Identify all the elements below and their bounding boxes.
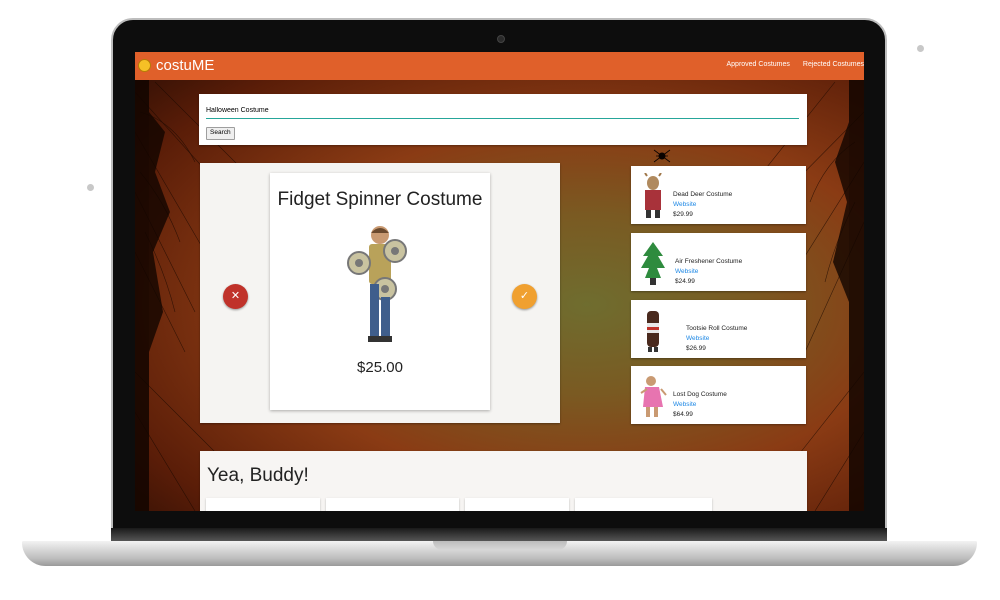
website-link[interactable]: Website bbox=[675, 267, 742, 277]
lost-dog-thumbnail bbox=[640, 376, 667, 417]
suggestion-text: Tootsie Roll Costume Website $26.99 bbox=[686, 324, 747, 354]
suggestion-card[interactable]: Air Freshener Costume Website $24.99 bbox=[631, 233, 806, 291]
dead-deer-thumbnail bbox=[644, 173, 662, 218]
search-button[interactable]: Search bbox=[206, 127, 235, 140]
website-link[interactable]: Website bbox=[673, 200, 732, 210]
suggestion-card[interactable]: Lost Dog Costume Website $64.99 bbox=[631, 366, 806, 424]
laptop-notch bbox=[433, 541, 567, 550]
nav-links: Approved Costumes Rejected Costumes bbox=[726, 61, 864, 68]
product-card: Fidget Spinner Costume $25.00 bbox=[270, 173, 490, 410]
suggestion-price: $26.99 bbox=[686, 345, 706, 352]
check-icon: ✓ bbox=[519, 290, 530, 302]
decorative-dot bbox=[87, 184, 94, 191]
app-screen: costuME Approved Costumes Rejected Costu… bbox=[135, 52, 864, 511]
approved-mini-card[interactable] bbox=[326, 498, 459, 511]
suggestion-text: Dead Deer Costume Website $29.99 bbox=[673, 190, 732, 220]
suggestion-price: $64.99 bbox=[673, 411, 693, 418]
webcam-icon bbox=[497, 35, 505, 43]
nav-approved-link[interactable]: Approved Costumes bbox=[726, 61, 789, 68]
brand-name: costuME bbox=[156, 57, 215, 74]
current-costume-card: ✕ Fidget Spinner Costume $25.00 ✓ bbox=[200, 163, 560, 423]
pumpkin-smile-icon bbox=[138, 59, 151, 72]
product-title: Fidget Spinner Costume bbox=[277, 189, 483, 210]
suggestion-text: Lost Dog Costume Website $64.99 bbox=[673, 390, 727, 420]
suggestion-name: Air Freshener Costume bbox=[675, 258, 743, 265]
suggestion-text: Air Freshener Costume Website $24.99 bbox=[675, 257, 742, 287]
air-freshener-thumbnail bbox=[641, 242, 665, 285]
suggestion-price: $29.99 bbox=[673, 211, 693, 218]
laptop-hinge bbox=[111, 528, 887, 541]
suggestion-name: Tootsie Roll Costume bbox=[686, 325, 748, 332]
search-input[interactable] bbox=[206, 103, 799, 119]
search-card bbox=[199, 94, 807, 145]
approve-button[interactable]: ✓ bbox=[512, 284, 537, 309]
approved-section-title: Yea, Buddy! bbox=[207, 465, 309, 486]
approved-section: Yea, Buddy! bbox=[200, 451, 807, 511]
suggestion-card[interactable]: Dead Deer Costume Website $29.99 bbox=[631, 166, 806, 224]
suggestion-name: Dead Deer Costume bbox=[673, 191, 733, 198]
product-price: $25.00 bbox=[357, 359, 403, 376]
product-image bbox=[347, 226, 407, 342]
approved-mini-card[interactable] bbox=[465, 498, 569, 511]
brand-logo[interactable]: costuME bbox=[138, 57, 214, 74]
close-icon: ✕ bbox=[230, 290, 241, 302]
top-navbar: costuME Approved Costumes Rejected Costu… bbox=[135, 52, 864, 80]
approved-mini-card[interactable] bbox=[206, 498, 320, 511]
tootsie-roll-thumbnail bbox=[647, 311, 659, 352]
nav-rejected-link[interactable]: Rejected Costumes bbox=[803, 61, 864, 68]
suggestion-name: Lost Dog Costume bbox=[673, 391, 727, 398]
suggestion-price: $24.99 bbox=[675, 278, 695, 285]
website-link[interactable]: Website bbox=[673, 400, 727, 410]
suggestion-card[interactable]: Tootsie Roll Costume Website $26.99 bbox=[631, 300, 806, 358]
decorative-dot bbox=[917, 45, 924, 52]
website-link[interactable]: Website bbox=[686, 334, 747, 344]
approved-mini-card[interactable] bbox=[575, 498, 712, 511]
reject-button[interactable]: ✕ bbox=[223, 284, 248, 309]
